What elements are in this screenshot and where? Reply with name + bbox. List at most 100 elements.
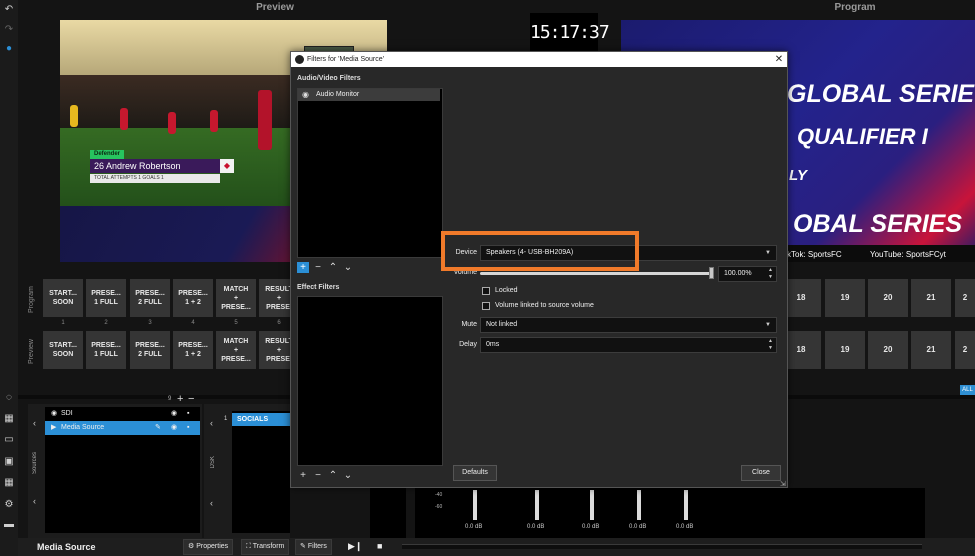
remove-source-icon[interactable]: − — [188, 393, 194, 405]
filter-item-audio-monitor[interactable]: ◉ Audio Monitor — [298, 89, 440, 101]
defaults-button[interactable]: Defaults — [453, 465, 497, 481]
lock-icon[interactable]: ▪ — [187, 421, 189, 435]
mute-value: Not linked — [486, 321, 518, 328]
preview-scene-button[interactable]: PRESE... 1 + 2 — [173, 331, 213, 369]
db-tick-label: -40 — [435, 492, 443, 498]
chevron-left-icon[interactable]: ‹ — [210, 418, 213, 428]
clock: 15:17:37 — [530, 13, 610, 53]
volume-fader[interactable] — [637, 490, 641, 520]
resize-grip-icon[interactable]: ⇲ — [780, 480, 786, 488]
seek-bar[interactable] — [402, 544, 922, 549]
move-up-icon[interactable]: ⌃ — [327, 470, 339, 481]
program-scene-button[interactable]: START... SOON — [43, 279, 83, 317]
volume-fader[interactable] — [684, 490, 688, 520]
source-item-sdi[interactable]: ◉ SDI ◉ ▪ — [45, 407, 200, 421]
filters-button[interactable]: ✎ Filters — [295, 539, 332, 555]
device-highlight-annotation — [441, 231, 639, 271]
transform-icon: ⛶ — [246, 543, 253, 550]
program-scene-button[interactable]: PRESE... 1 FULL — [86, 279, 126, 317]
scene-number-button[interactable]: 19 — [825, 279, 865, 317]
remove-filter-icon[interactable]: − — [312, 470, 324, 481]
move-down-icon[interactable]: ⌄ — [342, 262, 354, 273]
stop-icon[interactable]: ■ — [377, 541, 382, 551]
preview-scene-button[interactable]: PRESE... 2 FULL — [130, 331, 170, 369]
move-up-icon[interactable]: ⌃ — [327, 262, 339, 273]
delay-value: 0ms — [486, 341, 500, 348]
volume-spinbox[interactable]: 100.00% ▲ ▼ — [718, 266, 777, 282]
volume-slider-handle[interactable] — [709, 267, 714, 279]
loop-icon[interactable]: ◌ — [3, 392, 15, 404]
undo-icon[interactable]: ↶ — [3, 4, 15, 16]
delay-spinbox[interactable]: 0ms ▲ ▼ — [480, 337, 777, 353]
chevron-left-icon[interactable]: ‹ — [33, 418, 36, 428]
chevron-left-icon[interactable]: ‹ — [210, 498, 213, 508]
move-down-icon[interactable]: ⌄ — [342, 470, 354, 481]
scene-number-button[interactable]: 20 — [868, 331, 908, 369]
display-icon[interactable]: ▭ — [3, 434, 15, 446]
player-figure — [210, 110, 218, 132]
spin-arrows-icon[interactable]: ▲ ▼ — [768, 338, 773, 352]
folder-icon[interactable]: ▬ — [3, 519, 15, 531]
volume-fader[interactable] — [590, 490, 594, 520]
preview-scene-button[interactable]: PRESE... 1 FULL — [86, 331, 126, 369]
visibility-icon[interactable]: ◉ — [171, 407, 177, 421]
program-scene-button[interactable]: PRESE... 1 + 2 — [173, 279, 213, 317]
linked-volume-checkbox[interactable] — [482, 302, 490, 310]
program-row-label: Program — [28, 286, 35, 314]
player-name: 26 Andrew Robertson — [90, 159, 220, 173]
volume-slider[interactable] — [480, 272, 712, 275]
preview-scene-button[interactable]: START... SOON — [43, 331, 83, 369]
program-scene-button[interactable]: MATCH + PRESE... — [216, 279, 256, 317]
mute-select[interactable]: Not linked ▼ — [480, 317, 777, 333]
source-item-media-source[interactable]: ▶ Media Source ✎ ◉ ▪ — [45, 421, 200, 435]
redo-icon[interactable]: ↷ — [3, 24, 15, 36]
lock-icon[interactable]: ▪ — [187, 407, 189, 421]
chevron-down-icon: ▼ — [765, 250, 771, 256]
monitor-grid-icon[interactable]: ▦ — [3, 413, 15, 425]
scene-number: 2 — [104, 320, 108, 326]
close-icon[interactable]: ✕ — [772, 52, 786, 67]
filter-wand-icon[interactable]: ✎ — [155, 421, 161, 435]
close-button[interactable]: Close — [741, 465, 781, 481]
scene-number: 5 — [234, 320, 238, 326]
locked-checkbox[interactable] — [482, 287, 490, 295]
chevron-left-icon[interactable]: ‹ — [33, 496, 36, 506]
gear-icon[interactable]: ⚙ — [3, 499, 15, 511]
scene-number-button[interactable]: 21 — [911, 279, 951, 317]
add-source-icon[interactable]: + — [177, 393, 183, 405]
program-scene-button[interactable]: PRESE... 2 FULL — [130, 279, 170, 317]
properties-button[interactable]: ⚙ Properties — [183, 539, 234, 555]
scene-number-button[interactable]: 20 — [868, 279, 908, 317]
sources-count: 9 — [168, 396, 172, 402]
volume-fader[interactable] — [473, 490, 477, 520]
add-filter-icon[interactable]: + — [297, 262, 309, 273]
scene-number-button[interactable]: 2 — [955, 279, 975, 317]
eye-icon[interactable]: ◉ — [302, 89, 309, 101]
add-filter-icon[interactable]: + — [297, 470, 309, 481]
scene-number-button[interactable]: 21 — [911, 331, 951, 369]
effect-filters-list — [297, 296, 443, 466]
screen-icon[interactable]: ▣ — [3, 456, 15, 468]
spin-arrows-icon[interactable]: ▲ ▼ — [768, 267, 773, 281]
play-pause-icon[interactable]: ▶❙ — [348, 541, 362, 552]
play-icon[interactable]: ▶ — [51, 421, 61, 435]
tiktok-handle: kTok: SportsFC — [787, 250, 842, 259]
apps-icon[interactable]: ▦ — [3, 477, 15, 489]
dialog-titlebar[interactable]: Filters for 'Media Source' — [291, 52, 787, 67]
dsk-item-socials[interactable]: SOCIALS — [232, 413, 290, 426]
program-title-line: LY — [789, 167, 808, 184]
transform-button[interactable]: ⛶ Transform — [241, 539, 290, 555]
scene-number-button[interactable]: 2 — [955, 331, 975, 369]
source-name: SDI — [61, 410, 73, 417]
connection-icon[interactable]: ● — [3, 43, 15, 55]
volume-fader[interactable] — [535, 490, 539, 520]
all-badge[interactable]: ALL — [960, 385, 975, 395]
scene-number-button[interactable]: 19 — [825, 331, 865, 369]
locked-label: Locked — [495, 287, 518, 294]
remove-filter-icon[interactable]: − — [312, 262, 324, 273]
visibility-icon[interactable]: ◉ — [171, 421, 177, 435]
preview-scene-button[interactable]: MATCH + PRESE... — [216, 331, 256, 369]
eye-icon[interactable]: ◉ — [51, 407, 61, 421]
db-tick-label: -60 — [435, 504, 443, 510]
mute-label: Mute — [461, 321, 477, 328]
